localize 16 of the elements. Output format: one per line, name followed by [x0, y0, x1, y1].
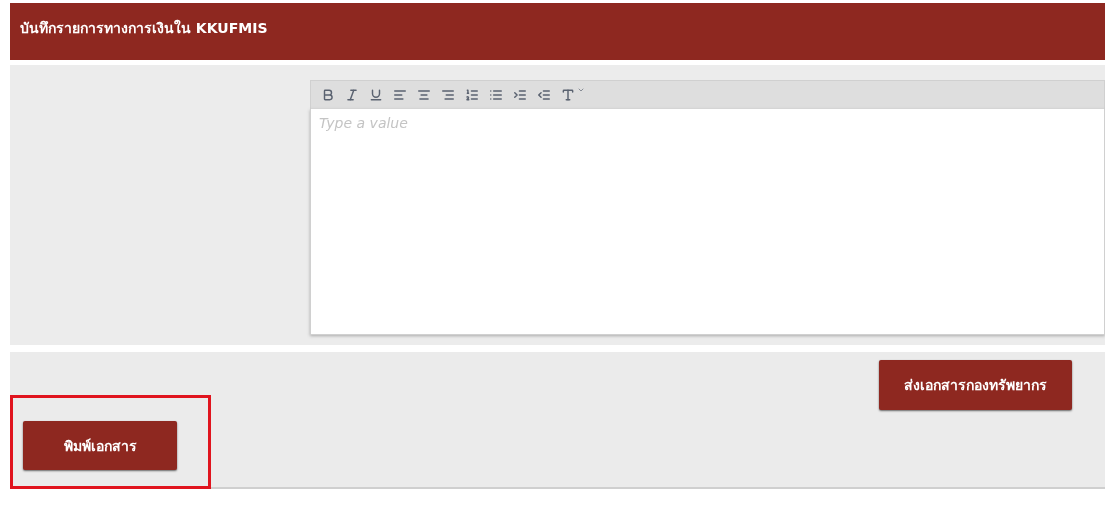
underline-icon[interactable]	[369, 88, 383, 102]
align-center-icon[interactable]	[417, 88, 431, 102]
action-button[interactable]: พิมพ์เอกสาร	[23, 421, 177, 470]
numbered-list-icon[interactable]	[465, 88, 479, 102]
bold-icon[interactable]	[321, 88, 335, 102]
bullet-list-icon[interactable]	[489, 88, 503, 102]
align-left-icon[interactable]	[393, 88, 407, 102]
italic-icon[interactable]	[345, 88, 359, 102]
font-color-icon[interactable]	[561, 88, 575, 102]
outdent-icon[interactable]	[537, 88, 551, 102]
caret-icon[interactable]	[577, 86, 585, 94]
page-title: บันทึกรายการทางการเงินใน KKUFMIS	[20, 20, 268, 36]
align-right-icon[interactable]	[441, 88, 455, 102]
action-button[interactable]: ส่งเอกสารกองทรัพยากร	[879, 360, 1072, 410]
indent-icon[interactable]	[513, 88, 527, 102]
text-input-field[interactable]: Type a value	[310, 109, 1105, 335]
